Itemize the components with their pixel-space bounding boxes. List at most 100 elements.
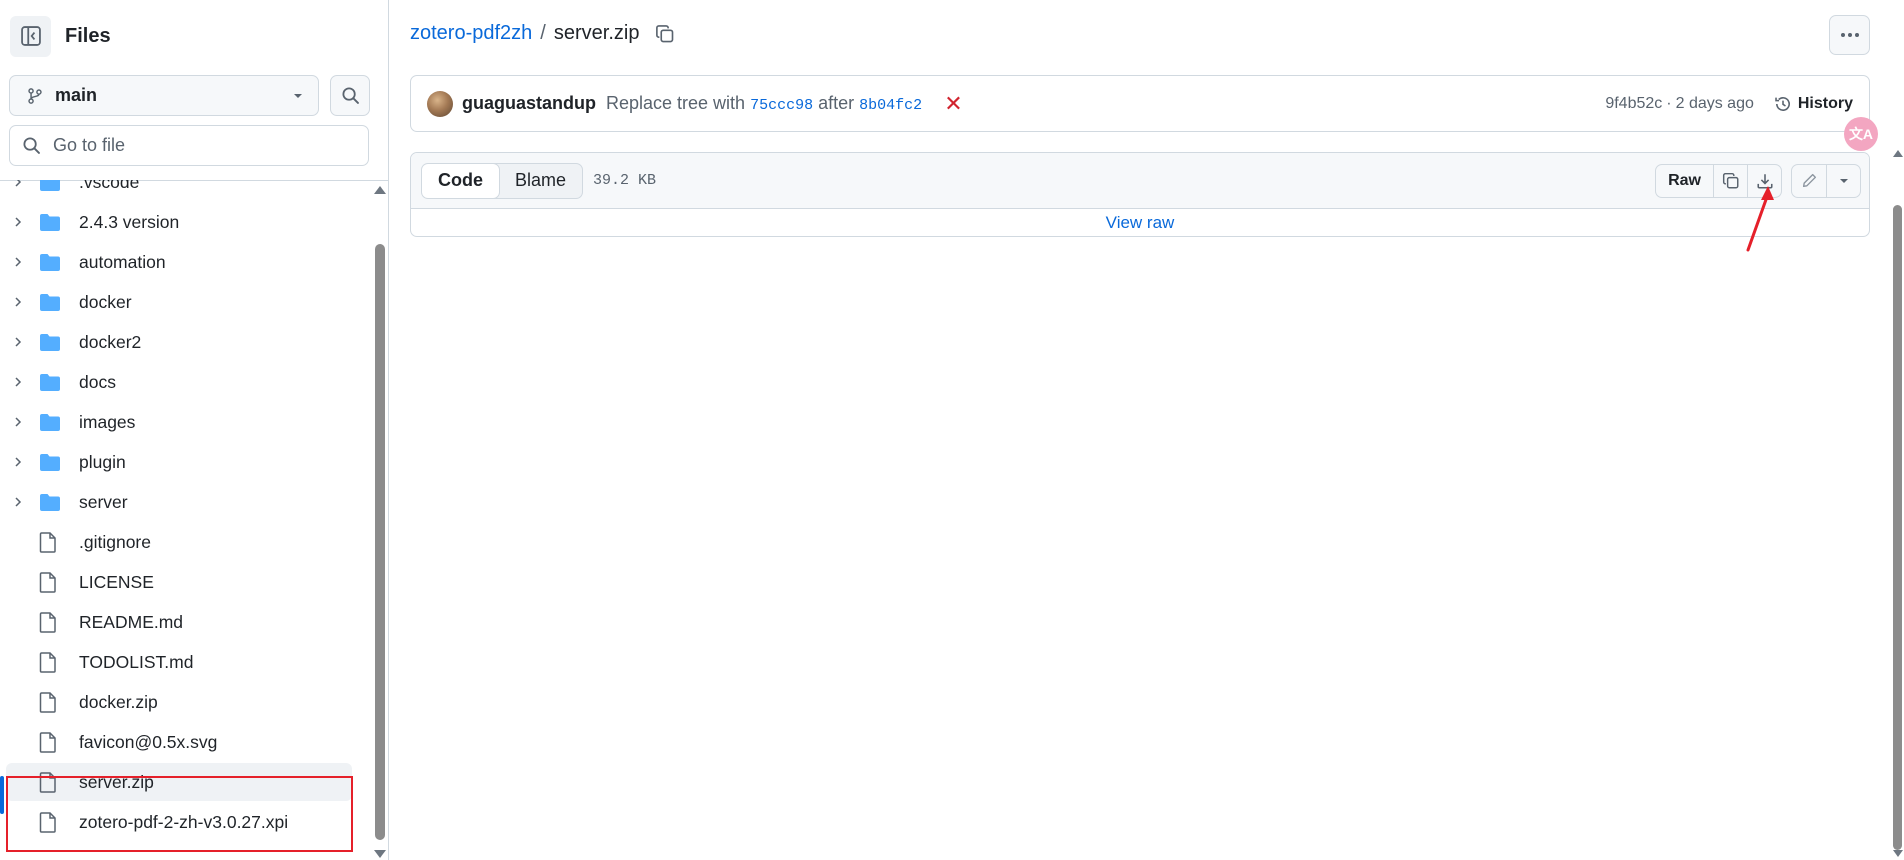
tree-file-item[interactable]: TODOLIST.md: [6, 643, 352, 681]
commit-author[interactable]: guaguastandup: [462, 93, 596, 114]
file-icon: [39, 531, 65, 553]
tree-file-item[interactable]: .gitignore: [6, 523, 352, 561]
branch-name: main: [55, 85, 98, 105]
tree-folder-item[interactable]: 2.4.3 version: [6, 203, 352, 241]
raw-button[interactable]: Raw: [1656, 165, 1713, 197]
caret-down-icon: [294, 93, 302, 98]
file-tree: .vscode 2.4.3 version automation docker dock…: [0, 180, 370, 860]
main-scroll-up-arrow[interactable]: [1893, 150, 1903, 157]
tree-item-label: plugin: [79, 451, 126, 472]
folder-icon: [39, 453, 65, 472]
tree-file-item[interactable]: docker.zip: [6, 683, 352, 721]
history-button[interactable]: History: [1774, 95, 1853, 113]
view-raw-link[interactable]: View raw: [411, 209, 1869, 236]
tree-folder-item[interactable]: automation: [6, 243, 352, 281]
sidebar-title: Files: [65, 24, 111, 47]
folder-icon: [39, 180, 65, 192]
copy-path-button[interactable]: [655, 24, 675, 44]
search-icon: [341, 87, 359, 104]
breadcrumb: zotero-pdf2zh / server.zip: [410, 22, 675, 45]
copy-icon: [1722, 172, 1738, 188]
file-size: 39.2 KB: [593, 172, 657, 189]
folder-icon: [39, 293, 65, 312]
file-icon: [39, 611, 65, 633]
tree-item-label: README.md: [79, 611, 184, 632]
tree-folder-item[interactable]: docs: [6, 363, 352, 401]
view-mode-toggle: Code Blame: [421, 162, 584, 199]
scroll-up-arrow[interactable]: [374, 186, 386, 194]
tree-folder-item[interactable]: server: [6, 483, 352, 521]
folder-icon: [39, 413, 65, 432]
caret-down-icon: [1839, 178, 1848, 183]
tree-file-item[interactable]: favicon@0.5x.svg: [6, 723, 352, 761]
chevron-right-icon[interactable]: [6, 416, 30, 428]
annotation-arrow: [1746, 186, 1774, 252]
tab-blame[interactable]: Blame: [499, 164, 582, 198]
tree-item-label: favicon@0.5x.svg: [79, 731, 218, 752]
tree-item-label: .gitignore: [79, 531, 151, 552]
tree-file-item[interactable]: README.md: [6, 603, 352, 641]
file-header: Code Blame 39.2 KB Raw: [411, 153, 1869, 209]
history-icon: [1775, 96, 1790, 111]
more-options-button[interactable]: [1829, 15, 1870, 55]
annotation-highlight-box: [6, 776, 353, 852]
chevron-right-icon[interactable]: [6, 456, 30, 468]
folder-icon: [39, 493, 65, 512]
tree-folder-item[interactable]: docker2: [6, 323, 352, 361]
folder-icon: [39, 253, 65, 272]
sidebar-scroll-thumb[interactable]: [375, 244, 385, 840]
chevron-right-icon[interactable]: [6, 336, 30, 348]
git-branch-icon: [28, 87, 42, 104]
main-scroll-thumb[interactable]: [1893, 205, 1902, 850]
tree-item-label: images: [79, 411, 136, 432]
go-to-file-field[interactable]: [9, 125, 369, 166]
collapse-sidebar-button[interactable]: [10, 15, 51, 57]
file-icon: [39, 691, 65, 713]
breadcrumb-repo-link[interactable]: zotero-pdf2zh: [410, 22, 532, 45]
search-icon: [23, 137, 40, 154]
tree-item-label: docs: [79, 371, 116, 392]
breadcrumb-file-name: server.zip: [553, 22, 640, 44]
tree-folder-item[interactable]: docker: [6, 283, 352, 321]
search-files-button[interactable]: [330, 75, 370, 116]
tree-file-item[interactable]: LICENSE: [6, 563, 352, 601]
tree-folder-item[interactable]: .vscode: [6, 180, 352, 201]
commit-sha-to[interactable]: 8b04fc2: [859, 97, 922, 114]
chevron-right-icon[interactable]: [6, 296, 30, 308]
tree-folder-item[interactable]: images: [6, 403, 352, 441]
tree-item-label: docker2: [79, 331, 142, 352]
chevron-right-icon[interactable]: [6, 496, 30, 508]
sidebar-collapse-icon: [20, 26, 41, 46]
commit-sha-from[interactable]: 75ccc98: [750, 97, 813, 114]
file-icon: [39, 731, 65, 753]
latest-commit-bar: guaguastandup Replace tree with 75ccc98 …: [410, 75, 1870, 132]
tree-item-label: server: [79, 491, 128, 512]
ci-failure-icon[interactable]: ✕: [944, 92, 962, 115]
chevron-right-icon[interactable]: [6, 216, 30, 228]
tree-item-label: .vscode: [79, 180, 140, 192]
chevron-right-icon[interactable]: [6, 180, 30, 188]
file-icon: [39, 651, 65, 673]
copy-icon: [656, 24, 674, 42]
translate-extension-icon[interactable]: 文A: [1844, 117, 1878, 151]
folder-icon: [39, 333, 65, 352]
breadcrumb-separator: /: [540, 22, 546, 44]
go-to-file-input[interactable]: [53, 135, 353, 156]
sidebar-header: Files: [10, 15, 111, 57]
main-scroll-down-arrow[interactable]: [1893, 850, 1903, 857]
avatar[interactable]: [427, 90, 453, 117]
tree-folder-item[interactable]: plugin: [6, 443, 352, 481]
commit-message-mid: after: [818, 93, 855, 113]
tree-item-label: docker: [79, 291, 132, 312]
tree-item-label: TODOLIST.md: [79, 651, 194, 672]
tab-code[interactable]: Code: [422, 163, 500, 198]
chevron-right-icon[interactable]: [6, 256, 30, 268]
chevron-right-icon[interactable]: [6, 376, 30, 388]
scroll-down-arrow[interactable]: [374, 850, 386, 858]
branch-selector[interactable]: main: [9, 75, 319, 116]
folder-icon: [39, 373, 65, 392]
commit-message[interactable]: Replace tree with 75ccc98 after 8b04fc2: [606, 93, 922, 114]
commit-short-sha[interactable]: 9f4b52c: [1605, 95, 1662, 113]
sidebar-scrollbar[interactable]: [373, 182, 387, 860]
edit-options-dropdown[interactable]: [1826, 164, 1860, 197]
